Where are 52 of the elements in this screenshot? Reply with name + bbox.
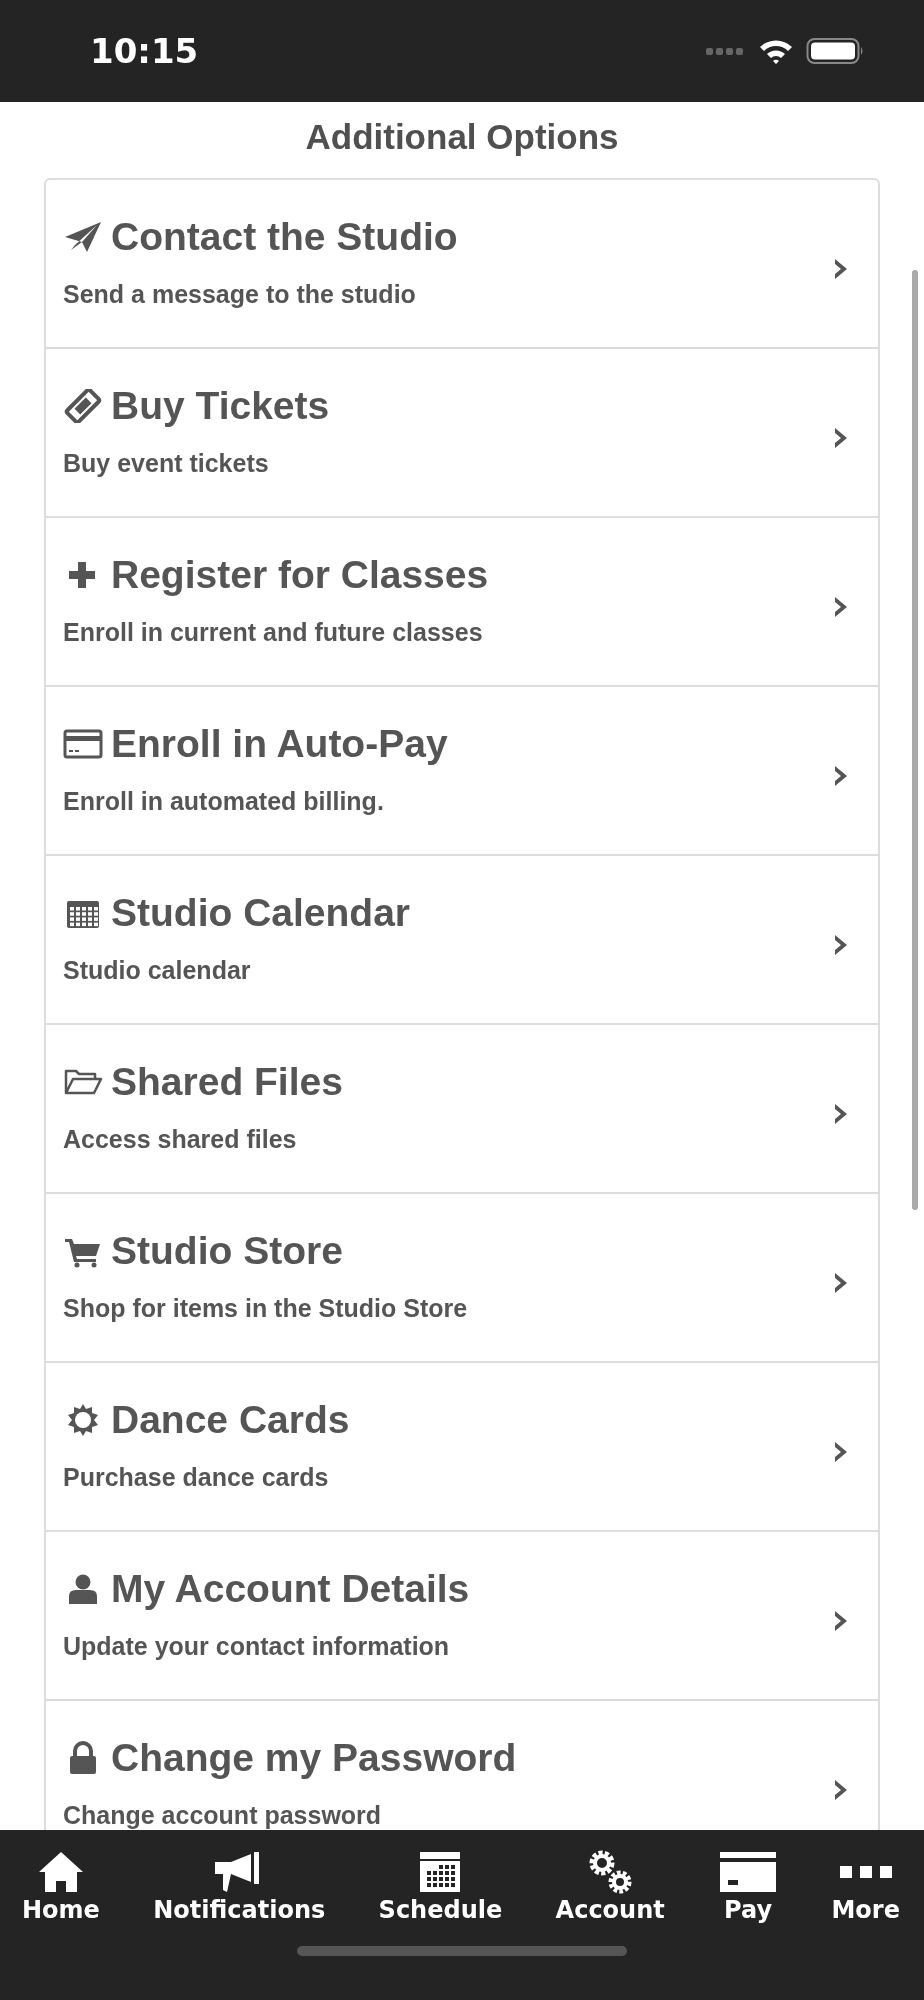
chevron-icon: [834, 426, 848, 449]
option-subtitle: Enroll in automated billing.: [63, 786, 384, 815]
chevron-icon: [834, 1778, 848, 1801]
option-subtitle: Update your contact information: [63, 1631, 450, 1660]
option-subtitle: Change account password: [63, 1800, 382, 1829]
tab-item[interactable]: Pay: [718, 1850, 779, 1924]
option-item[interactable]: Shared Files Access shared files: [46, 1025, 878, 1194]
option-title: Contact the Studio: [111, 215, 458, 258]
option-subtitle: Purchase dance cards: [63, 1462, 329, 1491]
paper-plane-icon: [63, 219, 103, 254]
tab-item[interactable]: Notifications: [153, 1850, 326, 1924]
option-item[interactable]: Buy Tickets Buy event tickets: [46, 349, 878, 518]
chevron-icon: [834, 1440, 848, 1463]
option-title: Enroll in Auto-Pay: [111, 722, 448, 765]
chevron-icon: [834, 1609, 848, 1632]
option-subtitle: Enroll in current and future classes: [63, 617, 483, 646]
option-item[interactable]: Enroll in Auto-Pay Enroll in automated billing.: [46, 687, 878, 856]
credit-card-icon: [718, 1850, 779, 1894]
option-title: Register for Classes: [111, 553, 489, 596]
chevron-icon: [834, 764, 848, 787]
option-item[interactable]: My Account Details Update your contact information: [46, 1532, 878, 1701]
chevron-icon: [834, 1102, 848, 1125]
page-title: Additional Options: [304, 116, 620, 158]
option-title: Studio Calendar: [111, 891, 411, 934]
chevron-icon: [834, 257, 848, 280]
tab-item[interactable]: More: [831, 1850, 900, 1924]
option-subtitle: Shop for items in the Studio Store: [63, 1293, 468, 1322]
option-title: My Account Details: [111, 1567, 470, 1610]
option-subtitle: Studio calendar: [63, 955, 251, 984]
option-item[interactable]: Contact the Studio Send a message to the studio: [46, 180, 878, 349]
option-subtitle: Send a message to the studio: [63, 279, 416, 308]
option-subtitle: Buy event tickets: [63, 448, 269, 477]
signal-icon: [706, 46, 746, 56]
chevron-icon: [834, 595, 848, 618]
ticket-icon: [63, 388, 103, 423]
status-time: 10:15: [90, 31, 199, 71]
option-item[interactable]: Studio Calendar Studio calendar: [46, 856, 878, 1025]
option-item[interactable]: Register for Classes Enroll in current and future classes: [46, 518, 878, 687]
chevron-icon: [834, 1271, 848, 1294]
more-icon: [839, 1866, 892, 1878]
tab-item[interactable]: Schedule: [378, 1850, 503, 1924]
option-title: Change my Password: [111, 1736, 517, 1779]
tab-item[interactable]: Home: [22, 1850, 100, 1924]
option-item[interactable]: Dance Cards Purchase dance cards: [46, 1363, 878, 1532]
option-item[interactable]: Studio Store Shop for items in the Studio Store: [46, 1194, 878, 1363]
chevron-icon: [834, 933, 848, 956]
option-title: Studio Store: [111, 1229, 343, 1272]
option-subtitle: Access shared files: [63, 1124, 297, 1153]
tab-item[interactable]: Account: [555, 1850, 665, 1924]
option-title: Buy Tickets: [111, 384, 330, 427]
option-title: Dance Cards: [111, 1398, 350, 1441]
option-title: Shared Files: [111, 1060, 343, 1103]
